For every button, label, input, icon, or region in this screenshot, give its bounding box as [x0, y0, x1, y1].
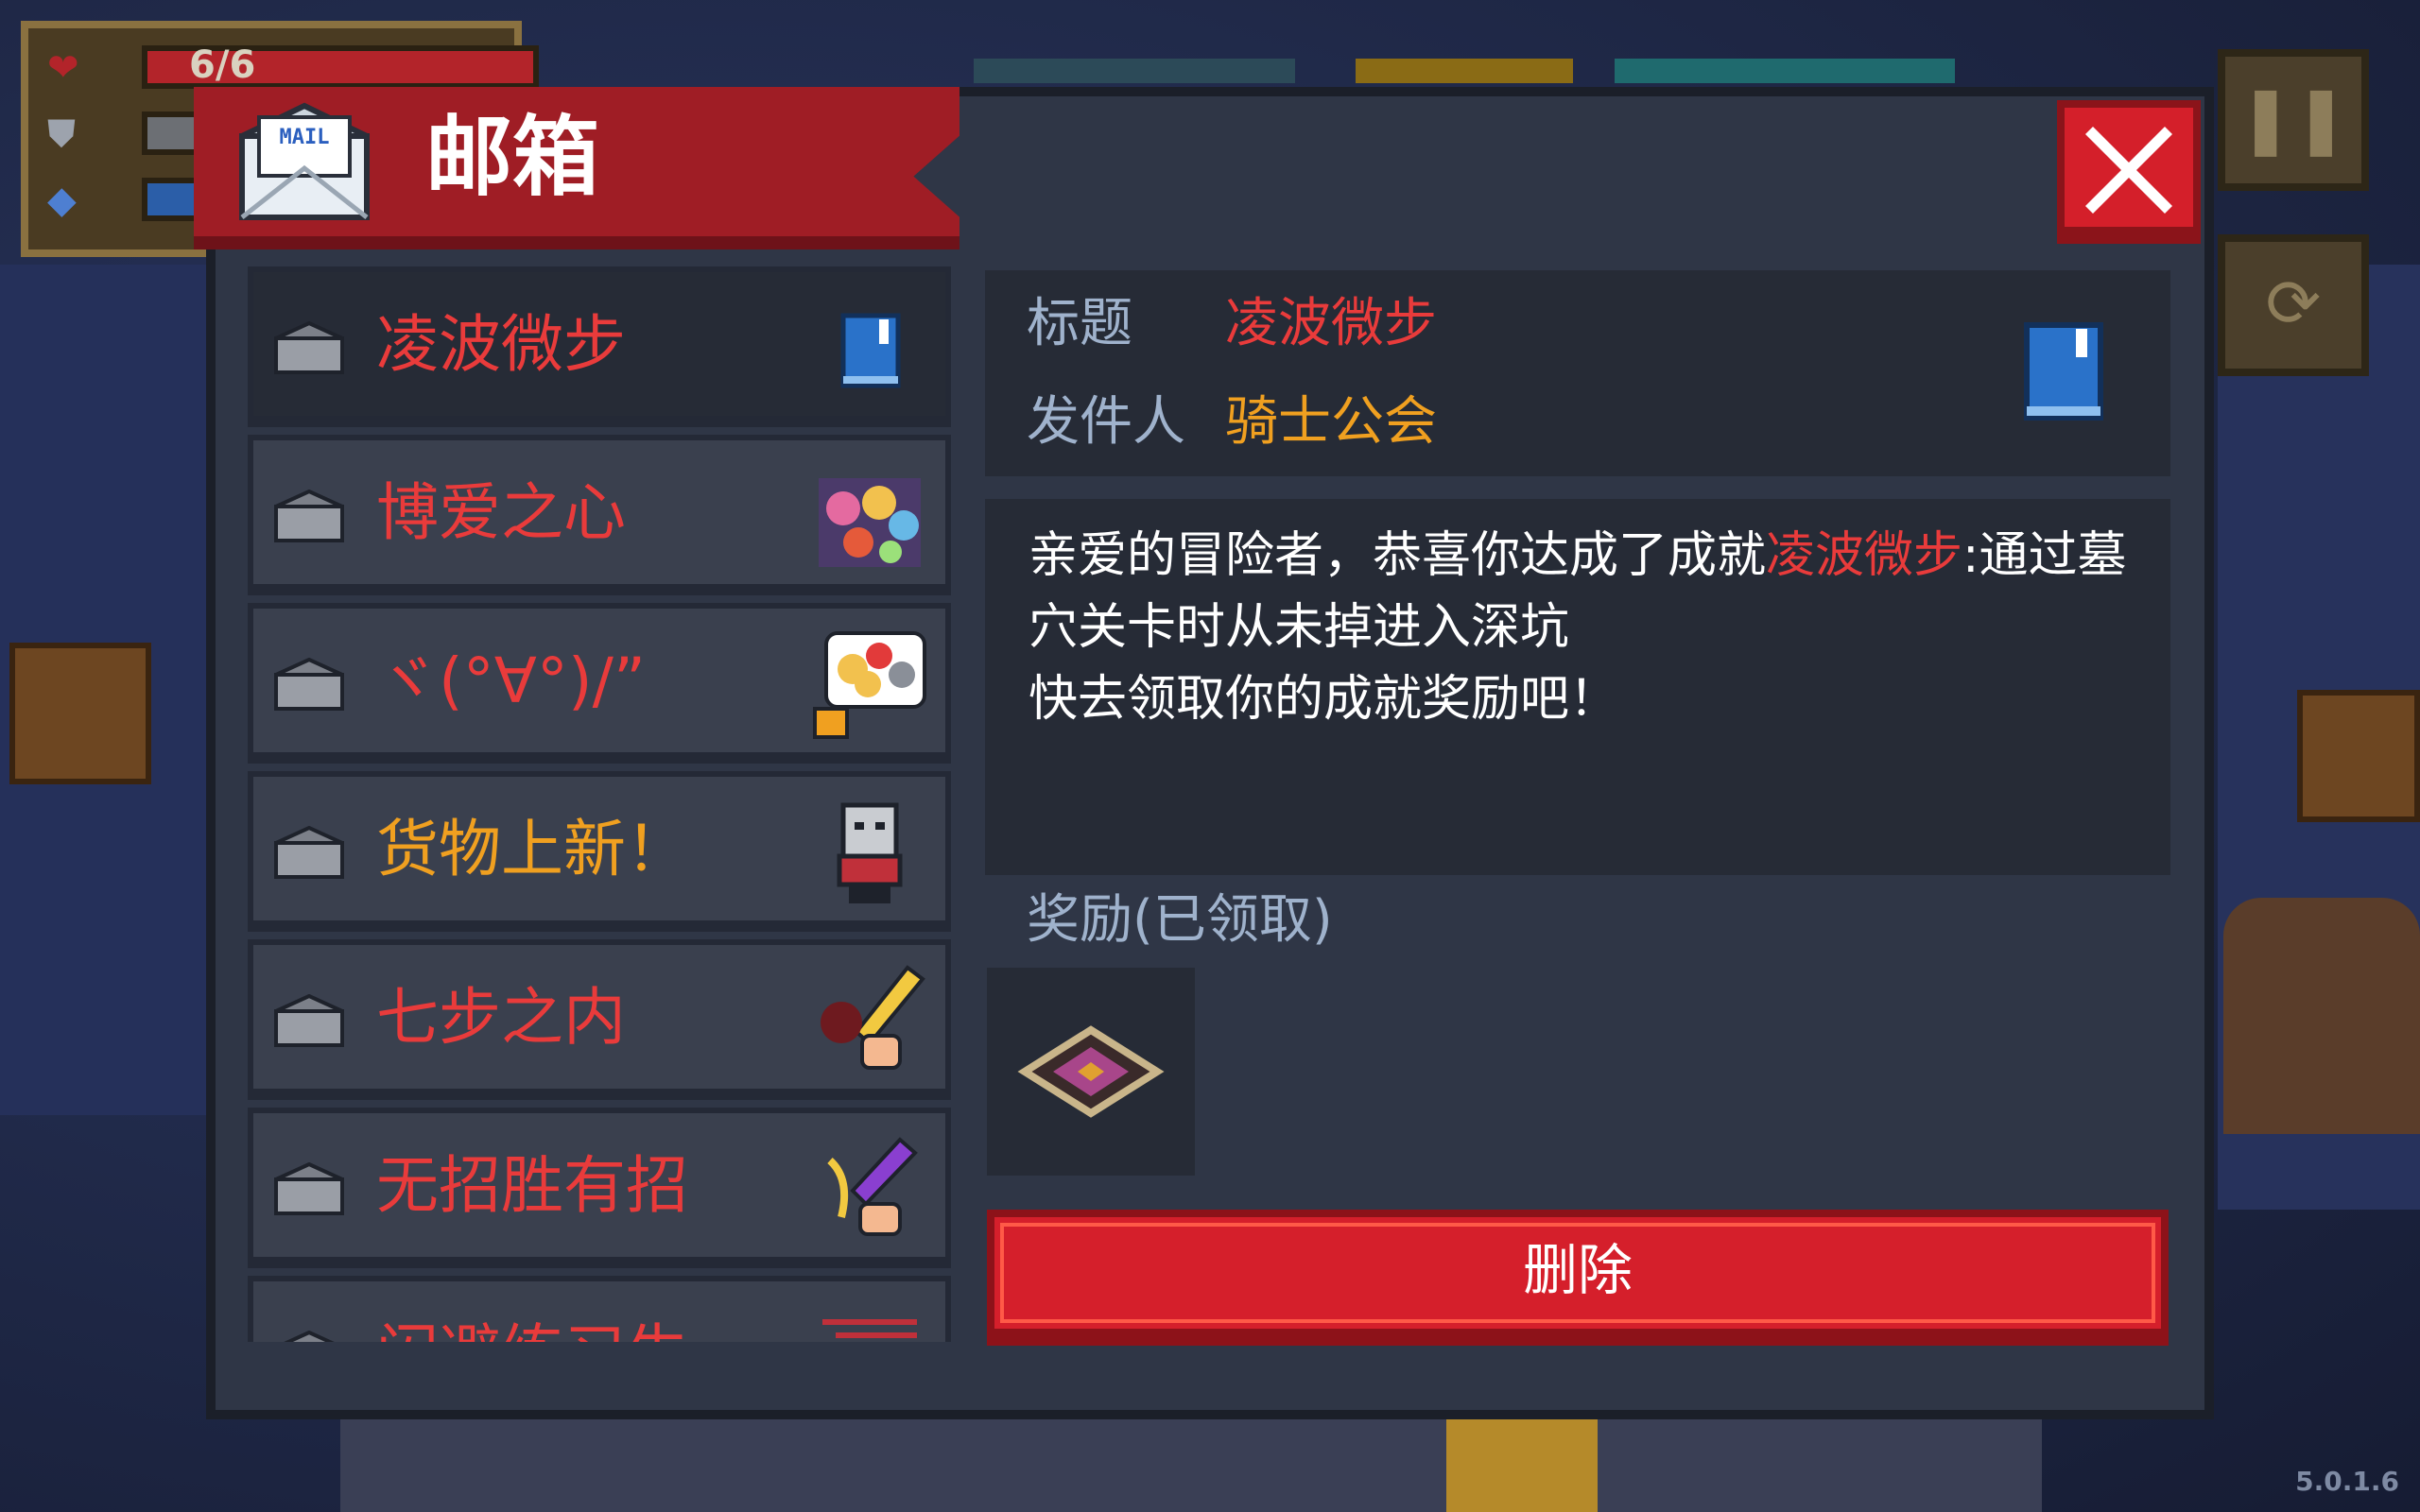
title-label: 标题 [1027, 293, 1132, 354]
book-icon [840, 313, 901, 388]
mailbox-title: 邮箱 [425, 107, 600, 208]
mail-item[interactable]: 凌波微步 [248, 266, 951, 427]
mail-item-label: ヾ(°∀°)/” [376, 644, 647, 717]
envelope-icon [274, 994, 344, 1047]
diamond-icon: ◆ [47, 179, 77, 222]
health-text: 6/6 [189, 43, 256, 87]
reward-label: 奖励(已领取) [1027, 889, 1333, 951]
purple-sword-icon [827, 1137, 918, 1236]
switch-weapon-button[interactable]: ⟳ [2218, 234, 2369, 376]
close-button[interactable] [2057, 100, 2201, 244]
shield-icon: ⛊ [47, 112, 76, 156]
body-text-line3: 快去领取你的成就奖励吧！ [1028, 671, 1619, 728]
gem-plate-icon [1017, 1025, 1165, 1118]
envelope-icon [274, 490, 344, 542]
mail-item-label: 博爱之心 [376, 476, 626, 549]
bg-strip-1 [974, 59, 1295, 83]
heart-icon: ❤ [47, 46, 79, 90]
bg-floor-bottom [340, 1418, 2042, 1512]
mail-item-label: 货物上新！ [376, 813, 688, 885]
envelope-icon [274, 1162, 344, 1215]
envelope-icon [284, 1331, 335, 1342]
mail-envelope-icon: MAIL [239, 102, 370, 220]
mail-item-label: 七步之内 [376, 981, 626, 1054]
pause-button[interactable]: ❚❚ [2218, 49, 2369, 191]
svg-text:MAIL: MAIL [280, 126, 330, 149]
characters-icon [819, 478, 921, 567]
mail-item-label: 闪避练习生 [376, 1312, 688, 1342]
mail-item[interactable]: 七步之内 [248, 939, 951, 1100]
reward-slot [987, 968, 1195, 1176]
merchant-icon [837, 802, 903, 903]
treasure-chest-left [9, 643, 151, 784]
emoji-bubble-icon [813, 631, 926, 739]
mail-item-label: 无招胜有招 [376, 1149, 688, 1222]
sword-hand-icon [821, 965, 925, 1070]
mail-item[interactable]: ヾ(°∀°)/” [248, 603, 951, 764]
envelope-icon [274, 826, 344, 879]
bottom-character [1446, 1418, 1598, 1512]
book-icon [2024, 322, 2103, 421]
bg-strip-2 [1356, 59, 1573, 83]
body-text-part1: 亲爱的冒险者，恭喜你达成了成就 [1028, 527, 1767, 584]
delete-button[interactable]: 删除 [987, 1210, 2169, 1346]
treasure-chest-right [2297, 690, 2420, 822]
npc-character [2223, 898, 2420, 1134]
envelope-icon [274, 658, 344, 711]
title-value: 凌波微步 [1225, 293, 1437, 354]
bg-strip-3 [1615, 59, 1955, 83]
mail-list[interactable]: 凌波微步 博爱之心 ヾ(°∀°)/” 货物上新！ 七步之内 无招胜有招 闪避练习… [244, 266, 955, 1342]
body-highlight: 凌波微步 [1766, 527, 1963, 584]
version-label: 5.0.1.6 [2295, 1466, 2399, 1497]
close-icon [2085, 127, 2172, 214]
mail-item-label: 凌波微步 [376, 308, 626, 381]
mail-body-text: 亲爱的冒险者，恭喜你达成了成就凌波微步:通过墓穴关卡时从未掉进入深坑 快去领取你… [1028, 520, 2144, 735]
envelope-icon [274, 321, 344, 374]
sender-value: 骑士公会 [1225, 391, 1437, 453]
mail-item[interactable]: 闪避练习生 [248, 1276, 951, 1342]
mail-item[interactable]: 货物上新！ [248, 771, 951, 932]
dash-icon [822, 1319, 917, 1338]
mail-item[interactable]: 无招胜有招 [248, 1108, 951, 1268]
mail-item[interactable]: 博爱之心 [248, 435, 951, 595]
sender-label: 发件人 [1027, 391, 1185, 453]
